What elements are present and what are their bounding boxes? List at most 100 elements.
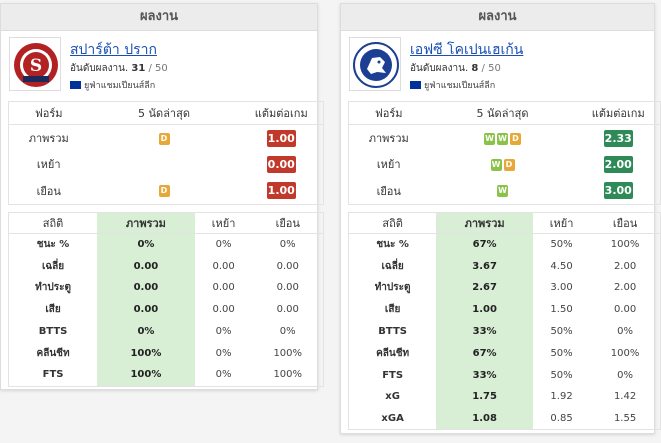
form-results: D xyxy=(89,125,240,152)
eu-flag-icon xyxy=(70,81,81,89)
stat-overall: 0% xyxy=(97,233,195,256)
stat-label: FTS xyxy=(42,369,64,381)
ppg-badge: 3.00 xyxy=(603,182,633,199)
stat-away: 2.00 xyxy=(613,282,637,294)
stats-row: ทำประตู 0.00 0.00 0.00 xyxy=(9,277,324,299)
result-draw-chip[interactable]: D xyxy=(158,185,170,197)
stat-away: 2.00 xyxy=(613,260,637,272)
stats-row: xGA 1.08 0.85 1.55 xyxy=(349,407,661,430)
rank-label: อันดับผลงาน. xyxy=(410,63,469,74)
stat-overall: 0% xyxy=(97,320,195,343)
stat-label: คลีนชีท xyxy=(36,347,70,359)
card-header: ผลงาน xyxy=(1,4,317,31)
form-row-away: เยือน D 1.00 xyxy=(9,178,324,205)
stat-home: 3.00 xyxy=(550,282,573,294)
stat-overall: 2.67 xyxy=(436,277,533,299)
stats-header-label: สถิติ xyxy=(348,212,437,234)
rank-total: / 50 xyxy=(148,63,168,74)
stat-home: 4.50 xyxy=(550,260,573,272)
stats-row: xG 1.75 1.92 1.42 xyxy=(349,386,661,408)
stats-header-home: เหย้า xyxy=(194,212,253,234)
stat-overall: 33% xyxy=(436,364,533,387)
stat-home: 0% xyxy=(215,239,232,251)
form-header-last5: 5 นัดล่าสุด xyxy=(88,101,240,125)
team-league: ยูฟ่าแชมเปียนส์ลีก xyxy=(410,78,495,92)
stats-row: BTTS 0% 0% 0% xyxy=(9,320,324,343)
form-row-label: ภาพรวม xyxy=(368,132,409,145)
stats-row: เฉลี่ย 0.00 0.00 0.00 xyxy=(9,255,324,278)
stat-overall: 1.08 xyxy=(436,407,533,430)
stat-home: 50% xyxy=(550,326,573,338)
stat-away: 1.55 xyxy=(613,413,637,425)
stats-row: เฉลี่ย 3.67 4.50 2.00 xyxy=(349,255,661,278)
result-draw-chip[interactable]: D xyxy=(510,132,521,145)
form-row-label: ภาพรวม xyxy=(28,132,69,145)
team-name-link[interactable]: สปาร์ต้า ปราก xyxy=(70,39,157,61)
eu-flag-icon xyxy=(410,81,421,89)
stats-row: คลีนชีท 100% 0% 100% xyxy=(9,342,324,365)
stats-row: FTS 33% 50% 0% xyxy=(349,364,661,387)
stat-overall: 0.00 xyxy=(97,298,195,321)
stat-away: 0.00 xyxy=(613,304,637,316)
form-row-label: เหย้า xyxy=(36,158,61,172)
stats-row: BTTS 33% 50% 0% xyxy=(349,320,661,343)
result-win-chip[interactable]: W xyxy=(484,132,495,145)
stat-overall: 1.75 xyxy=(436,386,533,408)
result-win-chip[interactable]: W xyxy=(497,132,508,145)
stats-header-overall: ภาพรวม xyxy=(436,212,533,234)
stat-away: 0.00 xyxy=(276,282,299,294)
form-row-home: เหย้า WD 2.00 xyxy=(349,151,661,178)
form-row-label: เยือน xyxy=(376,184,401,198)
stat-away: 100% xyxy=(610,239,640,251)
form-results: WWD xyxy=(429,125,577,152)
stat-home: 0.00 xyxy=(212,282,235,294)
stat-label: คลีนชีท xyxy=(376,347,410,359)
league-label: ยูฟ่าแชมเปียนส์ลีก xyxy=(424,81,496,91)
stat-home: 1.92 xyxy=(550,391,573,403)
stats-header-label: สถิติ xyxy=(8,212,98,234)
stat-home: 0.00 xyxy=(212,304,235,316)
form-results: W xyxy=(429,178,577,205)
stat-home: 0.00 xyxy=(212,260,235,272)
stats-header-away: เยือน xyxy=(252,212,324,234)
sparta-praha-crest-icon[interactable]: S xyxy=(9,37,61,91)
stats-row: เสีย 0.00 0.00 0.00 xyxy=(9,298,324,321)
stats-row: ชนะ % 0% 0% 0% xyxy=(9,233,324,256)
stat-home: 50% xyxy=(550,347,573,359)
stat-away: 1.42 xyxy=(613,391,637,403)
form-results xyxy=(89,151,240,178)
card-header: ผลงาน xyxy=(341,4,654,31)
stat-overall: 100% xyxy=(97,342,195,365)
stats-row: ทำประตู 2.67 3.00 2.00 xyxy=(349,277,661,299)
stat-label: เสีย xyxy=(45,304,61,316)
result-draw-chip[interactable]: D xyxy=(503,158,515,171)
form-row-label: เหย้า xyxy=(376,158,401,172)
stat-overall: 0.00 xyxy=(97,255,195,278)
team-rank: อันดับผลงาน. 31 / 50 xyxy=(70,61,168,76)
result-win-chip[interactable]: W xyxy=(490,158,502,171)
team-name-link[interactable]: เอฟซี โคเปนเฮเก้น xyxy=(410,39,523,61)
fc-copenhagen-lion-crest-icon[interactable] xyxy=(349,37,401,91)
stat-label: ทำประตู xyxy=(35,282,71,294)
team-form-card-home: ผลงาน S สปาร์ต้า ปราก อันดับผลงาน. 31 / … xyxy=(0,3,324,390)
ppg-badge: 1.00 xyxy=(266,129,296,147)
stat-overall: 3.67 xyxy=(436,255,533,278)
stats-row: เสีย 1.00 1.50 0.00 xyxy=(349,298,661,321)
form-header-label: ฟอร์ม xyxy=(348,101,429,125)
team-info: เอฟซี โคเปนเฮเก้น อันดับผลงาน. 8 / 50 ยู… xyxy=(348,35,647,95)
result-win-chip[interactable]: W xyxy=(497,185,508,197)
stat-label: BTTS xyxy=(38,326,68,338)
form-results: D xyxy=(89,178,240,205)
team-info: S สปาร์ต้า ปราก อันดับผลงาน. 31 / 50 ยูฟ… xyxy=(8,35,310,95)
result-draw-chip[interactable]: D xyxy=(158,132,170,145)
stat-overall: 67% xyxy=(436,342,533,365)
league-label: ยูฟ่าแชมเปียนส์ลีก xyxy=(84,81,156,91)
stat-home: 0% xyxy=(215,369,232,381)
stat-home: 50% xyxy=(550,369,573,381)
stats-row: คลีนชีท 67% 50% 100% xyxy=(349,342,661,365)
rank-value: 8 xyxy=(471,63,479,74)
stat-away: 0% xyxy=(617,369,633,381)
stat-label: BTTS xyxy=(378,326,407,338)
stat-label: xGA xyxy=(381,413,404,425)
stat-away: 100% xyxy=(273,369,303,381)
